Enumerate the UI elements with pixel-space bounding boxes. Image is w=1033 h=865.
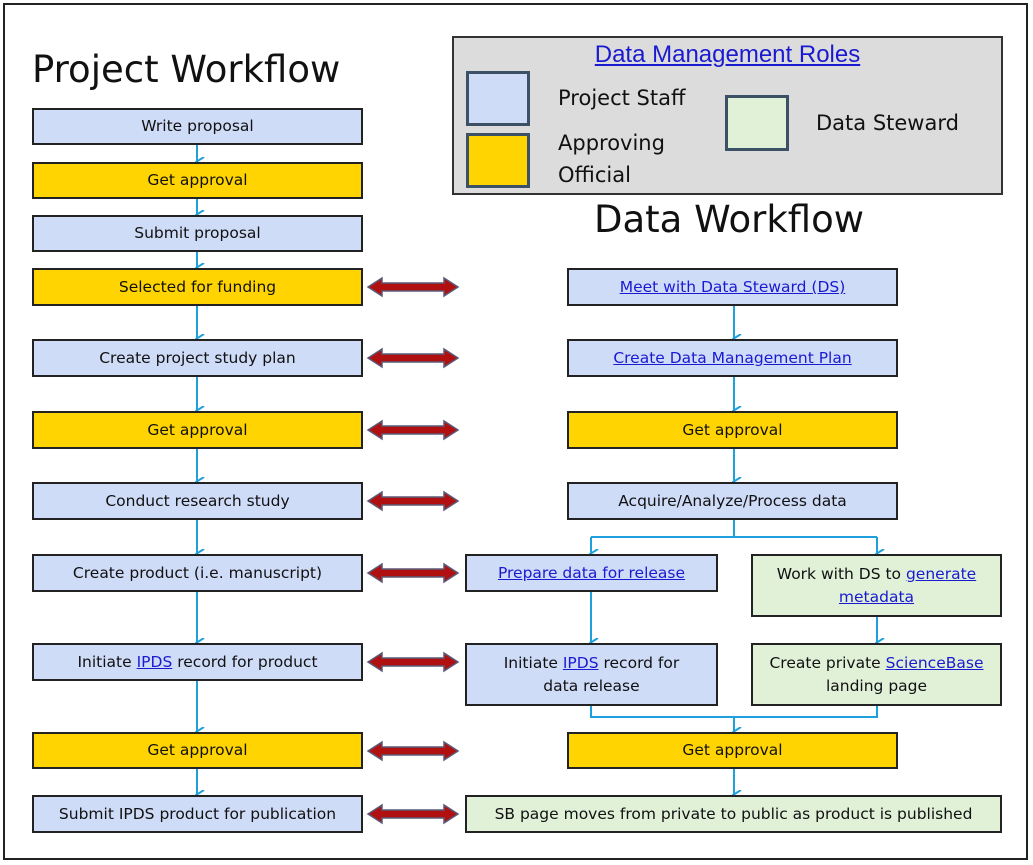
meet-data-steward-link[interactable]: Meet with Data Steward (DS) (620, 276, 846, 298)
pw-step-get-approval-1: Get approval (32, 162, 363, 199)
step-label-pre: Create private (769, 654, 886, 673)
step-text: Initiate IPDS record for data release (504, 652, 680, 697)
ipds-link[interactable]: IPDS (137, 651, 173, 673)
link-arrow-research-to-acquire-icon (366, 490, 460, 512)
legend-label-line2: Official (558, 162, 631, 187)
step-label-line2: data release (543, 676, 640, 695)
legend-label-data-steward: Data Steward (816, 111, 959, 135)
step-label: Create product (i.e. manuscript) (72, 563, 323, 582)
data-management-plan-link[interactable]: Create Data Management Plan (613, 347, 851, 369)
data-workflow-title: Data Workflow (594, 198, 865, 241)
pw-step-create-product: Create product (i.e. manuscript) (32, 554, 363, 592)
step-label: Get approval (147, 741, 248, 760)
step-label: SB page moves from private to public as … (494, 804, 973, 823)
step-label: Conduct research study (105, 491, 290, 510)
link-arrow-approval-to-approval-final-icon (366, 740, 460, 762)
step-label: Create project study plan (99, 348, 296, 367)
pw-step-submit-ipds-product: Submit IPDS product for publication (32, 795, 363, 833)
dw-step-get-approval-2: Get approval (567, 732, 898, 769)
dw-step-initiate-ipds-release: Initiate IPDS record for data release (465, 643, 718, 706)
legend-label-project-staff: Project Staff (558, 86, 686, 110)
pw-step-get-approval-3: Get approval (32, 732, 363, 769)
link-arrow-study-plan-to-dmp-icon (366, 347, 460, 369)
generate-metadata-link[interactable]: generate (906, 565, 976, 583)
pw-step-submit-proposal: Submit proposal (32, 215, 363, 252)
legend-swatch-approving-official (466, 133, 530, 188)
metadata-link[interactable]: metadata (839, 588, 914, 606)
pw-step-selected-for-funding: Selected for funding (32, 268, 363, 306)
legend: Data Management Roles Project Staff Appr… (452, 36, 1003, 195)
step-label-pre: Work with DS to (776, 565, 906, 584)
step-text: Create private ScienceBase landing page (769, 652, 983, 697)
ipds-release-link[interactable]: IPDS (563, 654, 599, 672)
link-arrow-product-to-prepare-icon (366, 562, 460, 584)
project-workflow-title: Project Workflow (32, 48, 341, 91)
sciencebase-link[interactable]: ScienceBase (886, 654, 984, 672)
dw-step-acquire-analyze-process: Acquire/Analyze/Process data (567, 482, 898, 520)
legend-label-line1: Approving (558, 131, 665, 155)
step-label: Get approval (682, 420, 783, 439)
dw-step-meet-data-steward: Meet with Data Steward (DS) (567, 268, 898, 306)
step-label-post: record for product (172, 652, 318, 671)
step-label: Selected for funding (118, 277, 277, 296)
step-label: Get approval (682, 741, 783, 760)
dw-step-sb-page-public: SB page moves from private to public as … (465, 795, 1002, 833)
step-label-pre: Initiate (77, 652, 137, 671)
dw-step-generate-metadata: Work with DS to generate metadata (751, 554, 1002, 617)
prepare-data-link[interactable]: Prepare data for release (498, 562, 685, 584)
pw-step-write-proposal: Write proposal (32, 108, 363, 145)
step-label: Acquire/Analyze/Process data (618, 491, 847, 510)
flow-merge-bar (590, 706, 878, 718)
step-label-line2: landing page (825, 676, 928, 695)
dw-step-prepare-data: Prepare data for release (465, 554, 718, 592)
legend-swatch-project-staff (466, 71, 530, 126)
legend-title-link[interactable]: Data Management Roles (454, 41, 1001, 69)
link-arrow-publication-to-sb-public-icon (366, 803, 460, 825)
pw-step-initiate-ipds: Initiate IPDS record for product (32, 643, 363, 681)
step-label: Submit IPDS product for publication (58, 804, 337, 823)
legend-label-approving-official: Approving Official (558, 128, 665, 191)
link-arrow-approval-to-approval-icon (366, 419, 460, 441)
pw-step-create-study-plan: Create project study plan (32, 339, 363, 377)
dw-step-sciencebase-page: Create private ScienceBase landing page (751, 643, 1002, 706)
step-label: Get approval (147, 171, 248, 190)
step-text: Work with DS to generate metadata (777, 563, 976, 608)
pw-step-get-approval-2: Get approval (32, 411, 363, 449)
step-label-post: record for (598, 654, 680, 673)
dw-step-get-approval-1: Get approval (567, 411, 898, 449)
step-label: Get approval (147, 420, 248, 439)
step-label-pre: Initiate (503, 654, 563, 673)
step-label: Submit proposal (134, 224, 261, 243)
pw-step-conduct-research: Conduct research study (32, 482, 363, 520)
legend-swatch-data-steward (725, 95, 789, 151)
step-label: Write proposal (141, 117, 254, 136)
dw-step-create-dmp: Create Data Management Plan (567, 339, 898, 377)
link-arrow-funding-to-meet-ds-icon (366, 276, 460, 298)
link-arrow-ipds-to-ipds-release-icon (366, 651, 460, 673)
